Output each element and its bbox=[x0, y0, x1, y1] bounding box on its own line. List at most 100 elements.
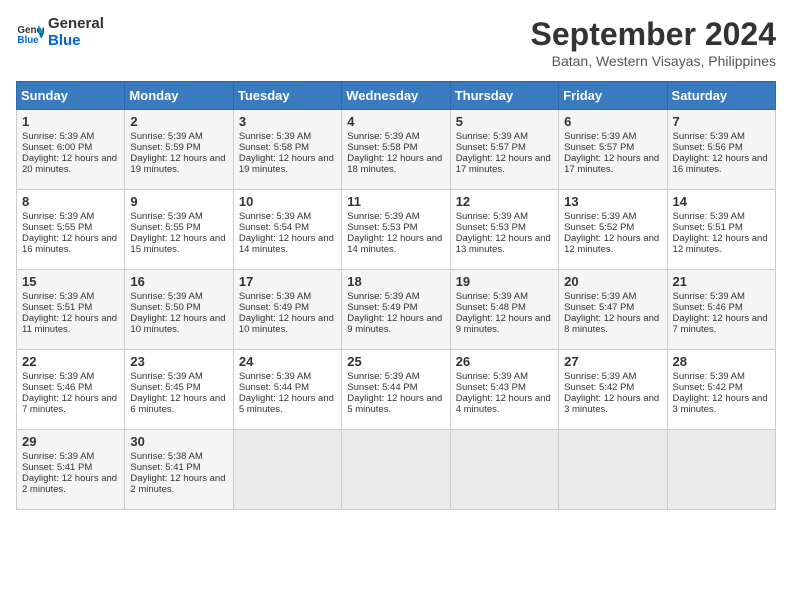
sunrise-label: Sunrise: 5:39 AM bbox=[239, 371, 311, 382]
calendar-header-row: SundayMondayTuesdayWednesdayThursdayFrid… bbox=[17, 82, 776, 110]
daylight-label: Daylight: 12 hours and 4 minutes. bbox=[456, 393, 551, 415]
logo-text: General Blue bbox=[48, 16, 104, 49]
sunset-label: Sunset: 5:46 PM bbox=[673, 302, 743, 313]
calendar-cell bbox=[342, 430, 450, 510]
sunset-label: Sunset: 5:51 PM bbox=[673, 222, 743, 233]
sunset-label: Sunset: 5:48 PM bbox=[456, 302, 526, 313]
calendar-cell: 6 Sunrise: 5:39 AM Sunset: 5:57 PM Dayli… bbox=[559, 110, 667, 190]
day-number: 21 bbox=[673, 274, 770, 289]
day-header-tuesday: Tuesday bbox=[233, 82, 341, 110]
sunset-label: Sunset: 5:41 PM bbox=[130, 462, 200, 473]
title-block: September 2024 Batan, Western Visayas, P… bbox=[531, 16, 776, 69]
calendar-cell: 9 Sunrise: 5:39 AM Sunset: 5:55 PM Dayli… bbox=[125, 190, 233, 270]
day-number: 1 bbox=[22, 114, 119, 129]
day-number: 10 bbox=[239, 194, 336, 209]
calendar-cell bbox=[667, 430, 775, 510]
calendar-cell bbox=[450, 430, 558, 510]
calendar-cell: 21 Sunrise: 5:39 AM Sunset: 5:46 PM Dayl… bbox=[667, 270, 775, 350]
sunset-label: Sunset: 5:59 PM bbox=[130, 142, 200, 153]
calendar-cell: 18 Sunrise: 5:39 AM Sunset: 5:49 PM Dayl… bbox=[342, 270, 450, 350]
calendar-cell: 15 Sunrise: 5:39 AM Sunset: 5:51 PM Dayl… bbox=[17, 270, 125, 350]
day-number: 7 bbox=[673, 114, 770, 129]
day-header-friday: Friday bbox=[559, 82, 667, 110]
calendar-cell: 23 Sunrise: 5:39 AM Sunset: 5:45 PM Dayl… bbox=[125, 350, 233, 430]
sunset-label: Sunset: 5:55 PM bbox=[130, 222, 200, 233]
sunrise-label: Sunrise: 5:39 AM bbox=[130, 291, 202, 302]
daylight-label: Daylight: 12 hours and 12 minutes. bbox=[564, 233, 659, 255]
sunrise-label: Sunrise: 5:39 AM bbox=[130, 211, 202, 222]
logo-icon: General Blue bbox=[16, 19, 44, 47]
calendar-cell: 4 Sunrise: 5:39 AM Sunset: 5:58 PM Dayli… bbox=[342, 110, 450, 190]
calendar-cell: 27 Sunrise: 5:39 AM Sunset: 5:42 PM Dayl… bbox=[559, 350, 667, 430]
daylight-label: Daylight: 12 hours and 16 minutes. bbox=[22, 233, 117, 255]
sunset-label: Sunset: 5:58 PM bbox=[347, 142, 417, 153]
sunset-label: Sunset: 5:44 PM bbox=[347, 382, 417, 393]
daylight-label: Daylight: 12 hours and 19 minutes. bbox=[239, 153, 334, 175]
daylight-label: Daylight: 12 hours and 13 minutes. bbox=[456, 233, 551, 255]
daylight-label: Daylight: 12 hours and 8 minutes. bbox=[564, 313, 659, 335]
sunrise-label: Sunrise: 5:39 AM bbox=[456, 131, 528, 142]
calendar-cell: 30 Sunrise: 5:38 AM Sunset: 5:41 PM Dayl… bbox=[125, 430, 233, 510]
svg-text:Blue: Blue bbox=[17, 34, 39, 45]
sunset-label: Sunset: 5:49 PM bbox=[239, 302, 309, 313]
calendar-cell: 8 Sunrise: 5:39 AM Sunset: 5:55 PM Dayli… bbox=[17, 190, 125, 270]
sunrise-label: Sunrise: 5:39 AM bbox=[673, 371, 745, 382]
sunrise-label: Sunrise: 5:39 AM bbox=[239, 291, 311, 302]
sunset-label: Sunset: 5:57 PM bbox=[456, 142, 526, 153]
logo: General Blue General Blue bbox=[16, 16, 104, 49]
day-number: 18 bbox=[347, 274, 444, 289]
sunrise-label: Sunrise: 5:39 AM bbox=[564, 371, 636, 382]
sunrise-label: Sunrise: 5:39 AM bbox=[564, 211, 636, 222]
sunset-label: Sunset: 5:50 PM bbox=[130, 302, 200, 313]
day-number: 12 bbox=[456, 194, 553, 209]
day-number: 11 bbox=[347, 194, 444, 209]
calendar-cell: 14 Sunrise: 5:39 AM Sunset: 5:51 PM Dayl… bbox=[667, 190, 775, 270]
calendar-week-row: 15 Sunrise: 5:39 AM Sunset: 5:51 PM Dayl… bbox=[17, 270, 776, 350]
day-number: 19 bbox=[456, 274, 553, 289]
sunrise-label: Sunrise: 5:39 AM bbox=[564, 131, 636, 142]
daylight-label: Daylight: 12 hours and 18 minutes. bbox=[347, 153, 442, 175]
daylight-label: Daylight: 12 hours and 9 minutes. bbox=[456, 313, 551, 335]
sunrise-label: Sunrise: 5:39 AM bbox=[347, 211, 419, 222]
sunset-label: Sunset: 5:43 PM bbox=[456, 382, 526, 393]
sunrise-label: Sunrise: 5:39 AM bbox=[456, 211, 528, 222]
calendar-cell: 2 Sunrise: 5:39 AM Sunset: 5:59 PM Dayli… bbox=[125, 110, 233, 190]
calendar-cell: 22 Sunrise: 5:39 AM Sunset: 5:46 PM Dayl… bbox=[17, 350, 125, 430]
day-number: 30 bbox=[130, 434, 227, 449]
daylight-label: Daylight: 12 hours and 16 minutes. bbox=[673, 153, 768, 175]
sunrise-label: Sunrise: 5:39 AM bbox=[239, 131, 311, 142]
calendar-cell: 1 Sunrise: 5:39 AM Sunset: 6:00 PM Dayli… bbox=[17, 110, 125, 190]
calendar-cell: 20 Sunrise: 5:39 AM Sunset: 5:47 PM Dayl… bbox=[559, 270, 667, 350]
day-number: 17 bbox=[239, 274, 336, 289]
day-number: 22 bbox=[22, 354, 119, 369]
day-number: 16 bbox=[130, 274, 227, 289]
day-number: 23 bbox=[130, 354, 227, 369]
daylight-label: Daylight: 12 hours and 17 minutes. bbox=[456, 153, 551, 175]
day-number: 4 bbox=[347, 114, 444, 129]
sunset-label: Sunset: 5:42 PM bbox=[673, 382, 743, 393]
sunrise-label: Sunrise: 5:39 AM bbox=[22, 371, 94, 382]
sunrise-label: Sunrise: 5:39 AM bbox=[239, 211, 311, 222]
day-number: 2 bbox=[130, 114, 227, 129]
daylight-label: Daylight: 12 hours and 3 minutes. bbox=[673, 393, 768, 415]
daylight-label: Daylight: 12 hours and 10 minutes. bbox=[130, 313, 225, 335]
calendar-cell: 12 Sunrise: 5:39 AM Sunset: 5:53 PM Dayl… bbox=[450, 190, 558, 270]
sunset-label: Sunset: 5:46 PM bbox=[22, 382, 92, 393]
daylight-label: Daylight: 12 hours and 6 minutes. bbox=[130, 393, 225, 415]
day-number: 24 bbox=[239, 354, 336, 369]
calendar-body: 1 Sunrise: 5:39 AM Sunset: 6:00 PM Dayli… bbox=[17, 110, 776, 510]
sunrise-label: Sunrise: 5:39 AM bbox=[22, 291, 94, 302]
sunrise-label: Sunrise: 5:39 AM bbox=[22, 211, 94, 222]
sunrise-label: Sunrise: 5:39 AM bbox=[22, 451, 94, 462]
day-header-monday: Monday bbox=[125, 82, 233, 110]
daylight-label: Daylight: 12 hours and 10 minutes. bbox=[239, 313, 334, 335]
calendar-cell bbox=[233, 430, 341, 510]
day-number: 20 bbox=[564, 274, 661, 289]
sunrise-label: Sunrise: 5:39 AM bbox=[673, 211, 745, 222]
sunrise-label: Sunrise: 5:39 AM bbox=[130, 371, 202, 382]
calendar-cell: 25 Sunrise: 5:39 AM Sunset: 5:44 PM Dayl… bbox=[342, 350, 450, 430]
calendar-week-row: 8 Sunrise: 5:39 AM Sunset: 5:55 PM Dayli… bbox=[17, 190, 776, 270]
sunset-label: Sunset: 5:44 PM bbox=[239, 382, 309, 393]
daylight-label: Daylight: 12 hours and 14 minutes. bbox=[239, 233, 334, 255]
day-number: 14 bbox=[673, 194, 770, 209]
